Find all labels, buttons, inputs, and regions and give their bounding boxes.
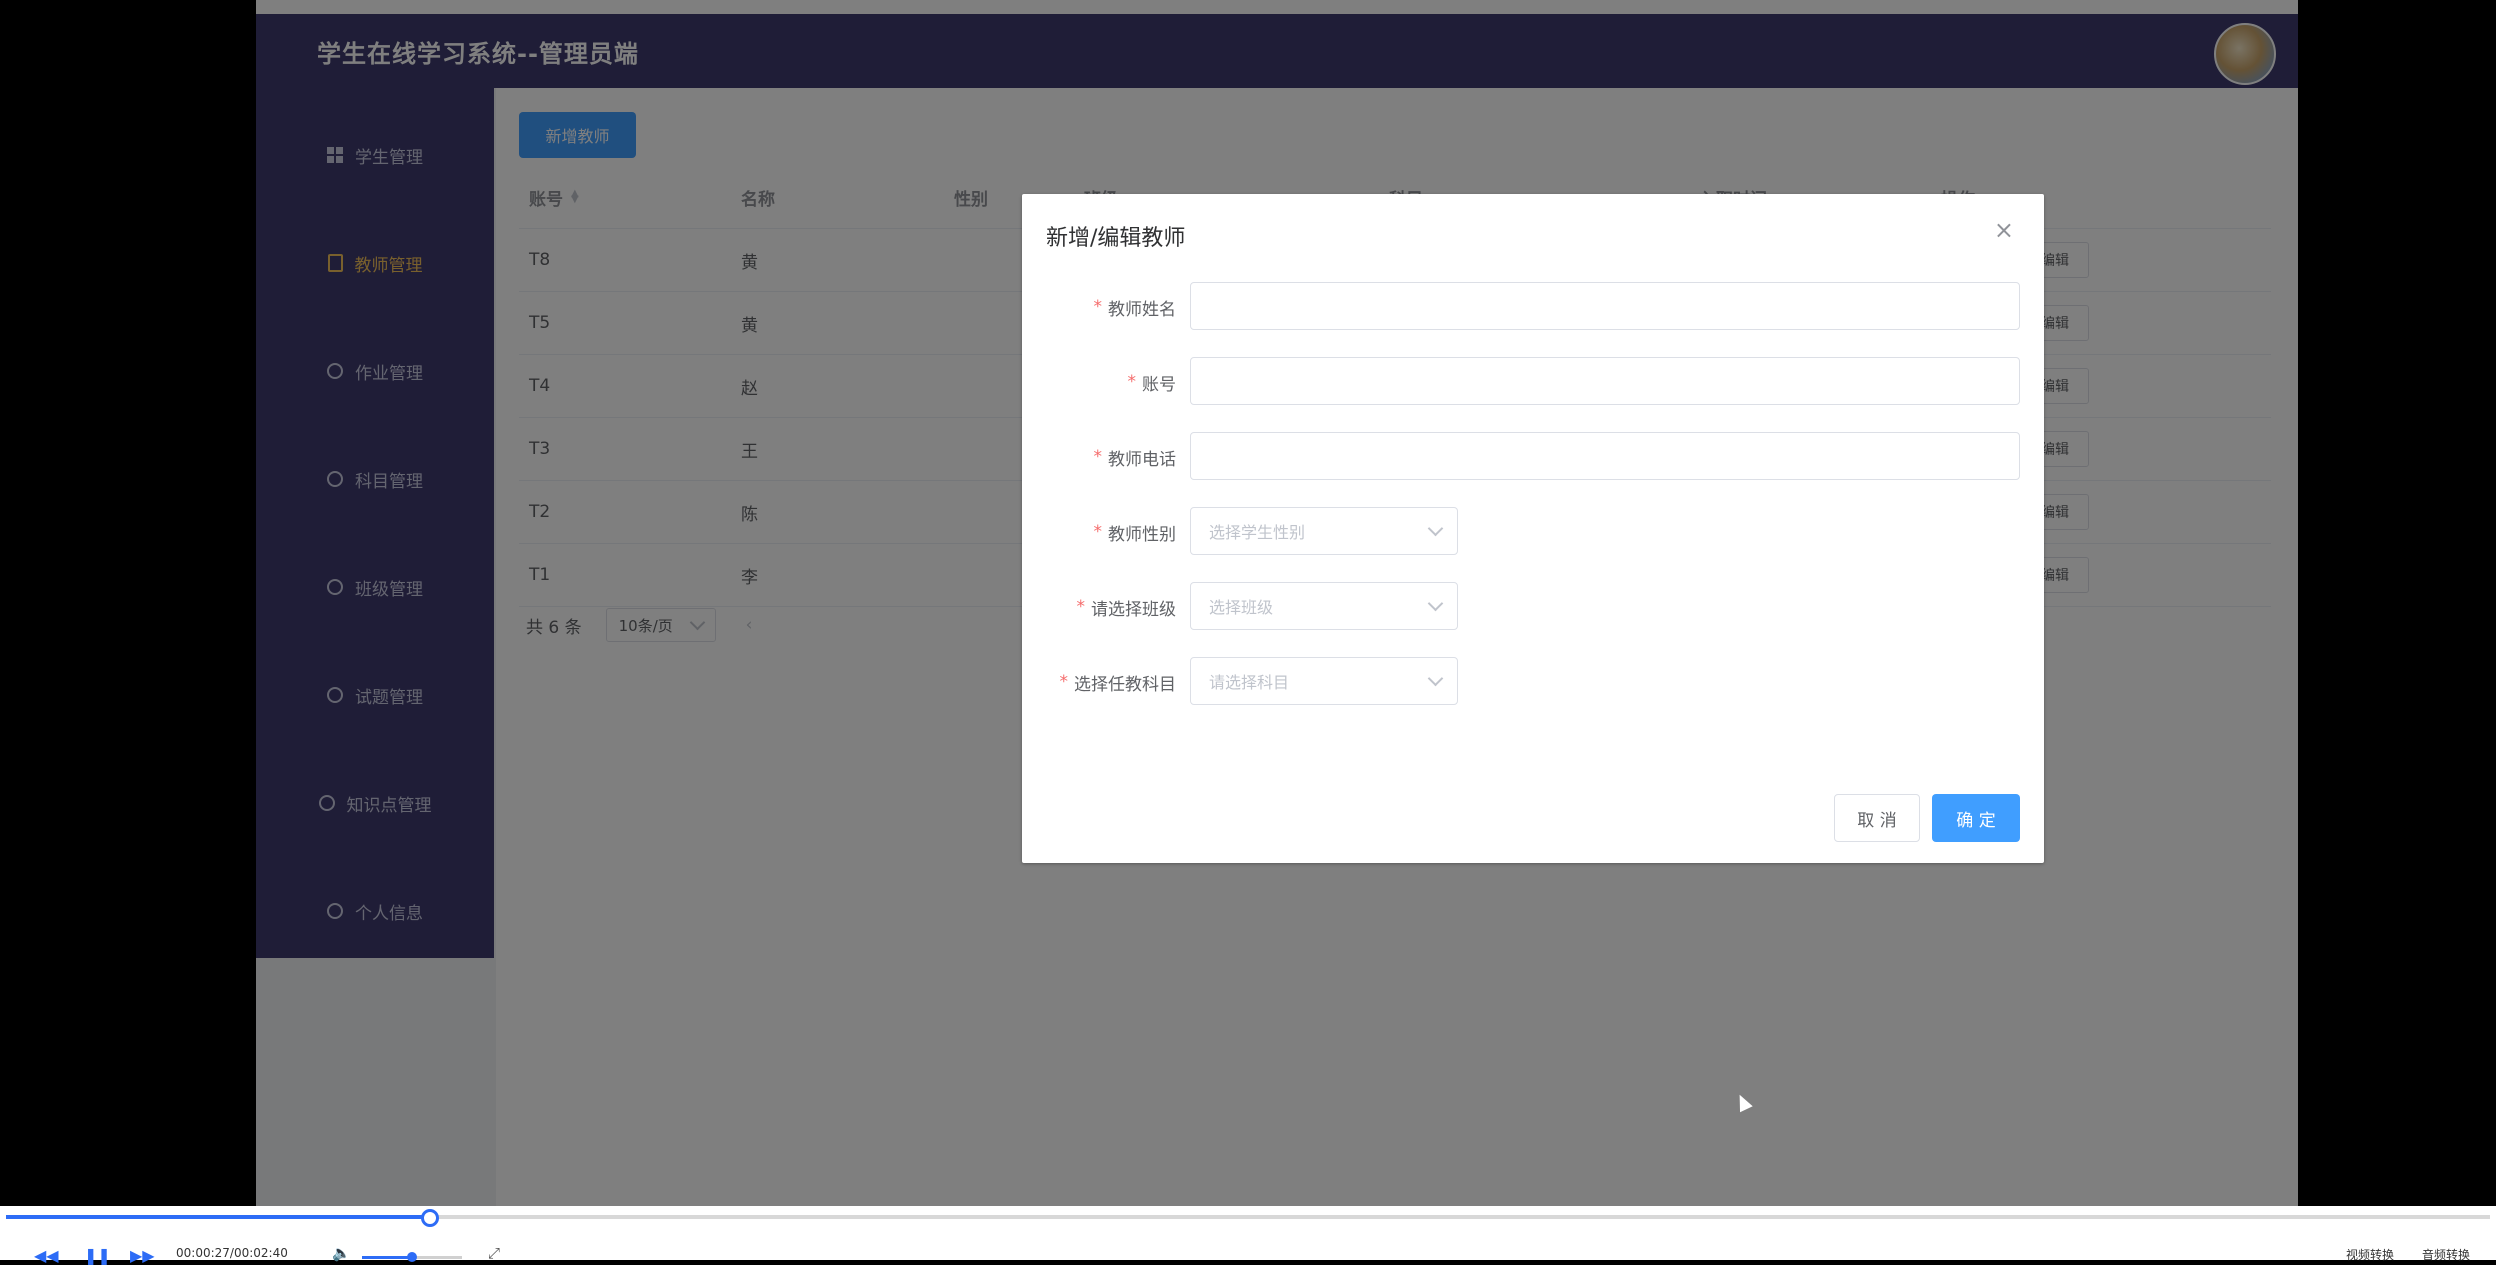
volume-level	[362, 1256, 412, 1259]
chevron-down-icon	[1427, 520, 1444, 537]
form-label: * 教师姓名	[1093, 297, 1177, 320]
select-placeholder: 选择班级	[1209, 598, 1274, 617]
rewind-icon[interactable]: ◀◀	[34, 1246, 59, 1265]
fullscreen-icon[interactable]: ⤢	[488, 1244, 500, 1262]
form-row: * 账号	[1022, 357, 2044, 407]
forward-icon[interactable]: ▶▶	[130, 1246, 155, 1265]
volume-icon[interactable]: 🔈	[332, 1244, 351, 1262]
form-row: * 选择任教科目 请选择科目	[1022, 657, 2044, 707]
volume-slider[interactable]	[362, 1252, 462, 1262]
required-mark: *	[1093, 447, 1103, 467]
close-icon[interactable]: ×	[1994, 216, 2014, 244]
chevron-down-icon	[1427, 595, 1444, 612]
form-row: * 教师性别 选择学生性别	[1022, 507, 2044, 557]
form-input[interactable]	[1190, 282, 2020, 330]
seek-bar[interactable]	[6, 1209, 2490, 1227]
required-mark: *	[1076, 597, 1086, 617]
form-select[interactable]: 选择学生性别	[1190, 507, 1458, 555]
required-mark: *	[1093, 522, 1103, 542]
form-select[interactable]: 选择班级	[1190, 582, 1458, 630]
form-select[interactable]: 请选择科目	[1190, 657, 1458, 705]
form-label: * 请选择班级	[1076, 597, 1177, 620]
pause-icon[interactable]: ❚❚	[84, 1246, 111, 1265]
audio-convert-link[interactable]: 音频转换	[2422, 1246, 2470, 1263]
form-row: * 教师电话	[1022, 432, 2044, 482]
form-row: * 教师姓名	[1022, 282, 2044, 332]
video-player-bar: ◀◀ ❚❚ ▶▶ 00:00:27/00:02:40 🔈 ⤢ 视频转换 音频转换	[0, 1206, 2496, 1265]
dialog-title: 新增/编辑教师	[1046, 226, 1186, 251]
select-placeholder: 请选择科目	[1209, 673, 1290, 692]
form-label: * 账号	[1127, 372, 1177, 395]
confirm-button[interactable]: 确 定	[1932, 794, 2020, 842]
required-mark: *	[1093, 297, 1103, 317]
form-input[interactable]	[1190, 357, 2020, 405]
seek-handle[interactable]	[421, 1209, 440, 1227]
cancel-button[interactable]: 取 消	[1834, 794, 1920, 842]
app-window: 学生在线学习系统--管理员端 学生管理 教师管理 作业管理 科目管理 班级管理 …	[256, 0, 2298, 1206]
select-placeholder: 选择学生性别	[1209, 523, 1306, 542]
form-label: * 选择任教科目	[1059, 672, 1177, 695]
form-input[interactable]	[1190, 432, 2020, 480]
playback-time: 00:00:27/00:02:40	[176, 1246, 288, 1260]
required-mark: *	[1059, 672, 1069, 692]
volume-handle[interactable]	[407, 1252, 417, 1262]
form-label: * 教师性别	[1093, 522, 1177, 545]
form-label: * 教师电话	[1093, 447, 1177, 470]
required-mark: *	[1127, 372, 1137, 392]
seek-progress	[6, 1215, 429, 1219]
video-convert-link[interactable]: 视频转换	[2346, 1246, 2394, 1263]
teacher-edit-dialog: 新增/编辑教师 × * 教师姓名 * 账号 * 教师电话 * 教师性别 选择学生性别 * 请选择班级…	[1022, 194, 2044, 863]
chevron-down-icon	[1427, 670, 1444, 687]
form-row: * 请选择班级 选择班级	[1022, 582, 2044, 632]
